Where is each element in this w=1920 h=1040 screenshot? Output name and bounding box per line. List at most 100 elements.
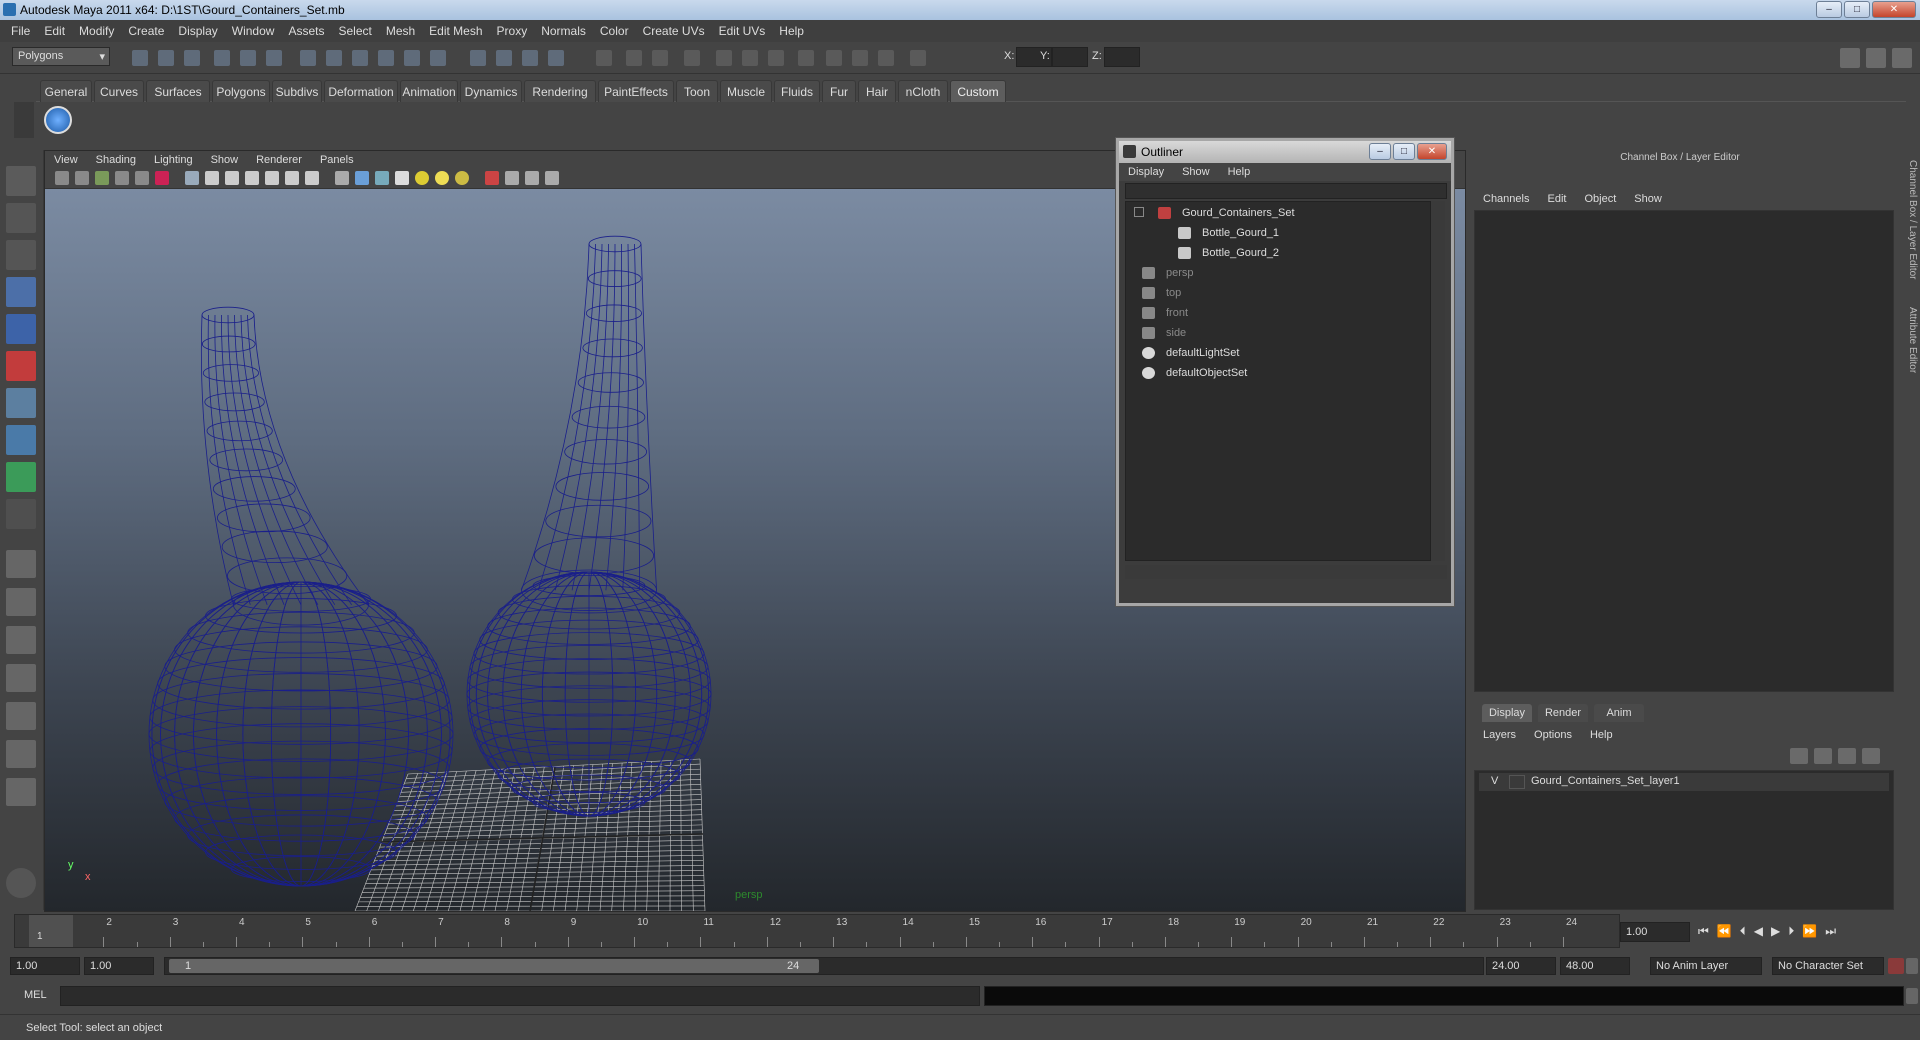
resolution-gate-icon[interactable] [225,171,239,185]
select-hierarchy-icon[interactable] [214,50,230,66]
shelf-tab-deformation[interactable]: Deformation [324,80,398,102]
shelf-tab-painteffects[interactable]: PaintEffects [598,80,674,102]
ipr-render-icon[interactable] [496,50,512,66]
maximize-button[interactable]: □ [1844,1,1870,18]
outliner-menu-show[interactable]: Show [1173,163,1219,181]
z-field[interactable] [1104,47,1140,67]
attribute-editor-icon[interactable] [1892,48,1912,68]
save-scene-icon[interactable] [184,50,200,66]
grid-toggle-icon[interactable] [185,171,199,185]
outliner-item-defaultlightset[interactable]: defaultLightSet [1126,344,1426,362]
wireframe-icon[interactable] [335,171,349,185]
xray-icon[interactable] [505,171,519,185]
y-field[interactable] [1052,47,1088,67]
film-gate-icon[interactable] [205,171,219,185]
isolate-select-icon[interactable] [485,171,499,185]
range-handle[interactable] [169,959,819,973]
channel-menu-object[interactable]: Object [1575,190,1625,208]
channel-menu-show[interactable]: Show [1625,190,1671,208]
shelf-tab-ncloth[interactable]: nCloth [898,80,948,102]
shelf-tab-animation[interactable]: Animation [400,80,458,102]
shadows-icon[interactable] [455,171,469,185]
playback-start-field[interactable]: 1.00 [84,957,154,975]
new-scene-icon[interactable] [132,50,148,66]
texture-icon[interactable] [395,171,409,185]
auto-key-icon[interactable] [1888,958,1904,974]
channel-menu-channels[interactable]: Channels [1474,190,1538,208]
lasso-tool-icon[interactable] [6,203,36,233]
outliner-item-front[interactable]: front [1126,304,1426,322]
move-tool-icon[interactable] [6,277,36,307]
channel-menu-edit[interactable]: Edit [1538,190,1575,208]
menu-create[interactable]: Create [121,20,171,42]
smooth-shade-icon[interactable] [355,171,369,185]
construction-history-icon[interactable] [652,50,668,66]
range-bar[interactable]: 1 24 [164,957,1484,975]
quick-layout-icon[interactable] [6,868,36,898]
layer-visibility-toggle[interactable]: V [1491,775,1498,787]
safe-action-icon[interactable] [285,171,299,185]
select-object-icon[interactable] [240,50,256,66]
shelf-menu-icon[interactable] [14,102,34,138]
outliner-item-bottle_gourd_1[interactable]: Bottle_Gourd_1 [1126,224,1426,242]
menu-modify[interactable]: Modify [72,20,121,42]
menu-set-dropdown[interactable]: Polygons [12,47,110,66]
select-tool-icon[interactable] [6,166,36,196]
persp-graph-hypershade-layout-icon[interactable] [6,740,36,768]
layer-menu-help[interactable]: Help [1581,726,1622,744]
menu-edit[interactable]: Edit [37,20,72,42]
snap-plane-icon[interactable] [378,50,394,66]
lock-icon[interactable] [798,50,814,66]
render-view-icon[interactable] [684,50,700,66]
universal-manipulator-icon[interactable] [6,388,36,418]
outliner-vertical-scrollbar[interactable] [1431,201,1445,561]
history-icon[interactable] [430,50,446,66]
layer-row[interactable]: V Gourd_Containers_Set_layer1 [1479,773,1889,791]
image-plane-icon[interactable] [115,171,129,185]
menu-help[interactable]: Help [772,20,811,42]
default-light-icon[interactable] [415,171,429,185]
new-layer-icon[interactable] [1790,748,1808,764]
safe-title-icon[interactable] [305,171,319,185]
outliner-maximize-button[interactable]: □ [1393,143,1415,160]
command-language-label[interactable]: MEL [24,989,47,1001]
persp-outliner-layout-icon[interactable] [6,626,36,654]
current-time-field[interactable]: 1.00 [1620,922,1690,942]
step-forward-frame-icon[interactable]: ⏵ [1788,924,1794,939]
outliner-item-gourd_containers_set[interactable]: Gourd_Containers_Set [1126,204,1426,222]
menu-proxy[interactable]: Proxy [490,20,535,42]
xray-joints-icon[interactable] [525,171,539,185]
anim-layer-dropdown[interactable]: No Anim Layer [1650,957,1762,975]
output-ops-icon[interactable] [626,50,642,66]
input-ops-icon[interactable] [596,50,612,66]
layer-menu-layers[interactable]: Layers [1474,726,1525,744]
outliner-item-bottle_gourd_2[interactable]: Bottle_Gourd_2 [1126,244,1426,262]
playback-end-field[interactable]: 24.00 [1486,957,1556,975]
outliner-titlebar[interactable]: Outliner – □ ✕ [1119,141,1451,163]
shelf-tab-general[interactable]: General [40,80,92,102]
shelf-tab-fur[interactable]: Fur [822,80,856,102]
bookmarks-icon[interactable] [95,171,109,185]
menu-edit-uvs[interactable]: Edit UVs [712,20,773,42]
shelf-tab-fluids[interactable]: Fluids [774,80,820,102]
viewport-menu-panels[interactable]: Panels [311,151,363,169]
snap-grid-icon[interactable] [300,50,316,66]
last-tool-icon[interactable] [6,499,36,529]
outliner-menu-display[interactable]: Display [1119,163,1173,181]
make-live-icon[interactable] [404,50,420,66]
camera-attributes-icon[interactable] [75,171,89,185]
paint-select-icon[interactable] [878,50,894,66]
scale-tool-icon[interactable] [6,351,36,381]
select-component-icon[interactable] [266,50,282,66]
layer-menu-options[interactable]: Options [1525,726,1581,744]
select-camera-icon[interactable] [55,171,69,185]
current-frame-marker[interactable] [29,915,73,947]
rotate-tool-icon[interactable] [6,314,36,344]
gate-mask-icon[interactable] [245,171,259,185]
step-forward-key-icon[interactable]: ⏩ [1802,924,1817,939]
move-layer-up-icon[interactable] [1838,748,1856,764]
persp-graph-layout-icon[interactable] [6,664,36,692]
go-to-end-icon[interactable]: ⏭ [1825,924,1836,939]
shelf-tab-surfaces[interactable]: Surfaces [146,80,210,102]
custom-shelf-check-icon[interactable] [44,106,72,134]
